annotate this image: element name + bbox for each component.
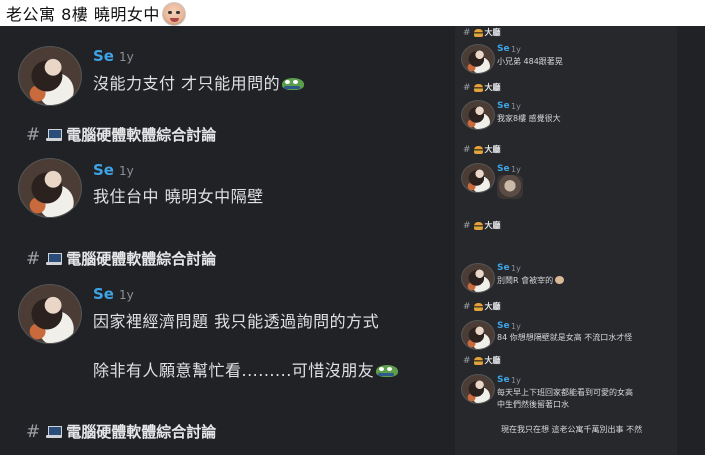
channel-header[interactable]: # 電腦硬體軟體綜合討論 <box>26 248 216 269</box>
hash-icon: # <box>463 82 471 93</box>
laptop-icon <box>46 252 63 265</box>
username[interactable]: Se <box>497 44 510 54</box>
avatar[interactable] <box>461 263 495 293</box>
channel-name: 電腦硬體軟體綜合討論 <box>66 423 217 441</box>
right-chat-panel: # 大廳 Se 1y 小兄弟 484跟著晃 # 大廳 Se 1y 我家8樓 感覺… <box>455 26 705 455</box>
burger-icon <box>473 28 483 37</box>
avatar[interactable] <box>18 46 82 106</box>
message-text: 我住台中 曉明女中隔壁 <box>93 187 264 206</box>
channel-header[interactable]: # 大廳 <box>463 27 501 38</box>
message-text: 沒能力支付 才只能用問的 <box>93 70 305 94</box>
timestamp: 1y <box>511 322 521 331</box>
hash-icon: # <box>463 144 471 155</box>
face-emoji-icon <box>161 2 186 26</box>
timestamp: 1y <box>119 288 134 302</box>
username[interactable]: Se <box>93 47 114 65</box>
message-text: 中生們然後留著口水 <box>497 400 569 409</box>
username[interactable]: Se <box>497 321 510 331</box>
channel-name: 大廳 <box>484 83 501 92</box>
pepe-emoji-icon <box>282 78 305 90</box>
message-body: 別鬧R 會被宰的 <box>497 276 554 285</box>
laptop-icon <box>46 425 63 438</box>
title-bar: 老公寓 8樓 曉明女中 <box>0 0 705 26</box>
username[interactable]: Se <box>93 161 114 179</box>
channel-header[interactable]: # 大廳 <box>463 144 501 155</box>
right-chat-column: # 大廳 Se 1y 小兄弟 484跟著晃 # 大廳 Se 1y 我家8樓 感覺… <box>455 26 677 455</box>
timestamp: 1y <box>119 164 134 178</box>
message-text: 每天早上下班回家都能看到可愛的女高 <box>497 388 633 397</box>
channel-header[interactable]: # 大廳 <box>463 301 501 312</box>
username[interactable]: Se <box>497 375 510 385</box>
channel-header[interactable]: # 電腦硬體軟體綜合討論 <box>26 421 216 442</box>
avatar[interactable] <box>461 100 495 130</box>
avatar[interactable] <box>461 374 495 404</box>
hash-icon: # <box>26 248 41 269</box>
username[interactable]: Se <box>497 164 510 174</box>
channel-header[interactable]: # 大廳 <box>463 220 501 231</box>
channel-name: 大廳 <box>484 145 501 154</box>
channel-name: 電腦硬體軟體綜合討論 <box>66 250 217 268</box>
hash-icon: # <box>26 421 41 442</box>
channel-name: 大廳 <box>484 356 501 365</box>
channel-name: 大廳 <box>484 28 501 37</box>
burger-icon <box>473 356 483 365</box>
hash-icon: # <box>463 301 471 312</box>
avatar[interactable] <box>18 284 82 344</box>
page-title: 老公寓 8樓 曉明女中 <box>6 5 160 24</box>
timestamp: 1y <box>511 165 521 174</box>
hash-icon: # <box>463 355 471 366</box>
channel-header[interactable]: # 電腦硬體軟體綜合討論 <box>26 124 216 145</box>
timestamp: 1y <box>511 45 521 54</box>
avatar[interactable] <box>461 163 495 193</box>
pepe-emoji-icon <box>376 365 399 377</box>
channel-header[interactable]: # 大廳 <box>463 355 501 366</box>
laughing-emoji-icon <box>555 276 565 284</box>
message-text: 小兄弟 484跟著晃 <box>497 57 563 66</box>
message-text: 84 你想想隔壁就是女高 不流口水才怪 <box>497 333 633 342</box>
sticker-image <box>497 175 523 199</box>
message-text: 因家裡經濟問題 我只能透過詢問的方式 <box>93 312 380 331</box>
timestamp: 1y <box>511 376 521 385</box>
username[interactable]: Se <box>93 285 114 303</box>
avatar[interactable] <box>461 44 495 74</box>
burger-icon <box>473 302 483 311</box>
channel-name: 大廳 <box>484 221 501 230</box>
message-text: 現在我只在想 這老公寓千萬別出事 不然 <box>501 425 643 434</box>
timestamp: 1y <box>119 50 134 64</box>
message-body: 除非有人願意幫忙看.........可惜沒朋友 <box>93 361 375 380</box>
hash-icon: # <box>463 27 471 38</box>
burger-icon <box>473 221 483 230</box>
message-text: 除非有人願意幫忙看.........可惜沒朋友 <box>93 357 399 381</box>
left-chat-panel: Se 1y 沒能力支付 才只能用問的 # 電腦硬體軟體綜合討論 Se 1y 我住… <box>0 26 455 455</box>
username[interactable]: Se <box>497 101 510 111</box>
channel-header[interactable]: # 大廳 <box>463 82 501 93</box>
username[interactable]: Se <box>497 263 510 273</box>
hash-icon: # <box>463 220 471 231</box>
message-text: 別鬧R 會被宰的 <box>497 275 565 286</box>
hash-icon: # <box>26 124 41 145</box>
burger-icon <box>473 145 483 154</box>
message-body: 沒能力支付 才只能用問的 <box>93 74 281 93</box>
avatar[interactable] <box>18 158 82 218</box>
channel-name: 電腦硬體軟體綜合討論 <box>66 126 217 144</box>
burger-icon <box>473 83 483 92</box>
channel-name: 大廳 <box>484 302 501 311</box>
message-text: 我家8樓 感覺很大 <box>497 114 561 123</box>
avatar[interactable] <box>461 320 495 350</box>
timestamp: 1y <box>511 102 521 111</box>
laptop-icon <box>46 128 63 141</box>
timestamp: 1y <box>511 264 521 273</box>
